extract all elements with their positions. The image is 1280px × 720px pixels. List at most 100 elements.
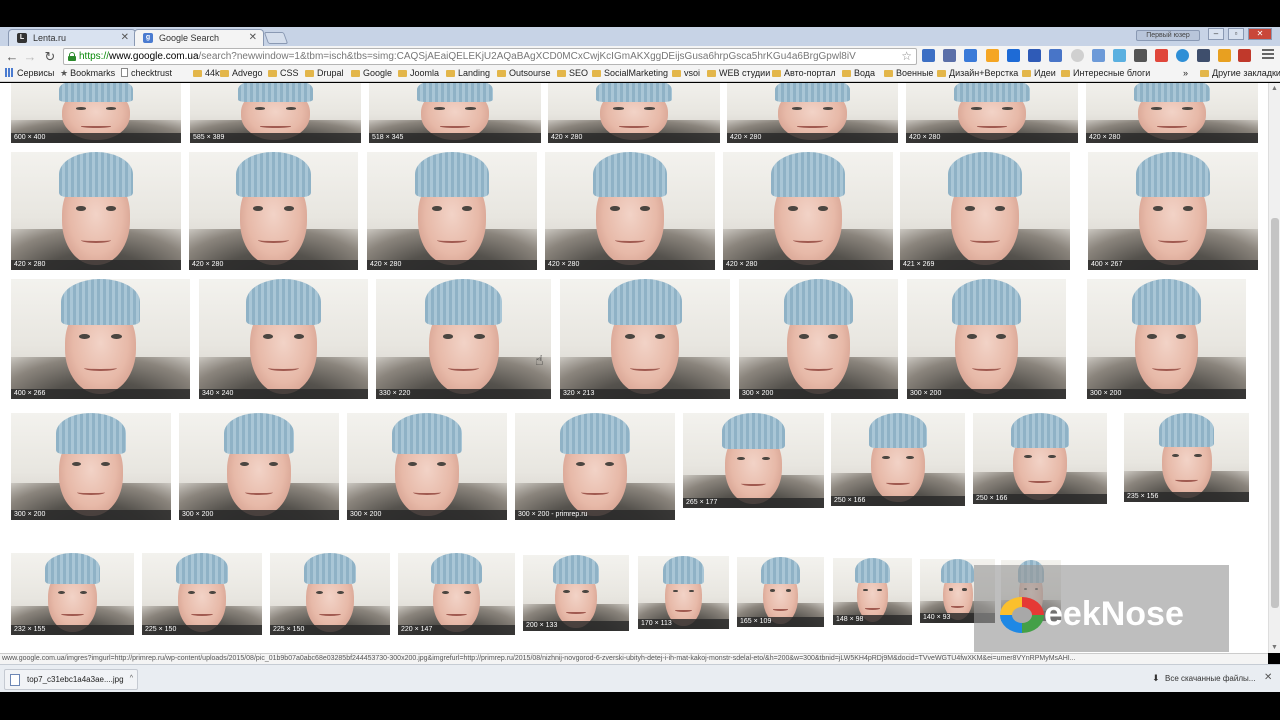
image-result-thumbnail[interactable]: 420 × 280 [548, 83, 720, 143]
address-bar[interactable]: https://www.google.com.ua/search?newwind… [63, 48, 917, 65]
bookmark-item[interactable]: ★ Bookmarks [60, 68, 115, 79]
image-result-thumbnail[interactable]: 420 × 280 [367, 152, 537, 270]
close-window-button[interactable]: ✕ [1248, 28, 1272, 40]
image-result-thumbnail[interactable]: 232 × 155 [11, 553, 134, 635]
extension-icon[interactable] [1007, 49, 1020, 62]
extension-icon[interactable] [1218, 49, 1231, 62]
close-shelf-icon[interactable]: ✕ [1264, 672, 1272, 683]
image-result-thumbnail[interactable]: 420 × 280 [727, 83, 898, 143]
image-result-thumbnail[interactable]: 330 × 220 [376, 279, 551, 399]
image-result-thumbnail[interactable]: 400 × 266 [11, 279, 190, 399]
image-result-thumbnail[interactable]: 225 × 150 [270, 553, 390, 635]
url-text[interactable]: https://www.google.com.ua/search?newwind… [79, 51, 889, 62]
vertical-scrollbar[interactable]: ▲ ▼ [1268, 83, 1280, 653]
image-result-thumbnail[interactable]: 320 × 213 [560, 279, 730, 399]
image-result-thumbnail[interactable]: 518 × 345 [369, 83, 541, 143]
bookmark-item[interactable]: Outsourse [497, 68, 551, 78]
extension-icon[interactable] [986, 49, 999, 62]
image-result-thumbnail[interactable]: 421 × 269 [900, 152, 1070, 270]
extension-icon[interactable] [1092, 49, 1105, 62]
all-downloads-link[interactable]: Все скачанные файлы... [1165, 674, 1255, 683]
image-result-thumbnail[interactable]: 585 × 389 [190, 83, 361, 143]
image-result-thumbnail[interactable]: 300 × 200 [179, 413, 339, 520]
minimize-button[interactable]: – [1208, 28, 1224, 40]
image-result-thumbnail[interactable]: 420 × 280 [723, 152, 893, 270]
other-bookmarks[interactable]: Другие закладки [1200, 68, 1280, 78]
bookmark-item[interactable]: Авто-портал [772, 68, 836, 78]
bookmark-star-icon[interactable]: ☆ [901, 49, 912, 63]
tab-lenta[interactable]: L Lenta.ru ✕ [8, 29, 136, 46]
extension-icon[interactable] [1134, 49, 1147, 62]
menu-icon[interactable] [1262, 49, 1274, 61]
image-result-thumbnail[interactable]: 300 × 200 [347, 413, 507, 520]
close-tab-icon[interactable]: ✕ [249, 32, 257, 43]
image-result-thumbnail[interactable]: 170 × 113 [638, 556, 729, 629]
image-result-thumbnail[interactable]: 420 × 280 [1086, 83, 1258, 143]
bookmark-item[interactable]: Joomla [398, 68, 439, 78]
image-result-thumbnail[interactable]: 420 × 280 [11, 152, 181, 270]
image-result-thumbnail[interactable]: 265 × 177 [683, 413, 824, 508]
bookmark-item[interactable]: vsoi [672, 68, 700, 78]
image-result-thumbnail[interactable]: 600 × 400 [11, 83, 181, 143]
scrollbar-thumb[interactable] [1271, 218, 1279, 608]
bookmark-item[interactable]: SocialMarketing [592, 68, 668, 78]
bookmarks-overflow[interactable]: » [1183, 68, 1188, 78]
bookmark-item[interactable]: WEB студии [707, 68, 770, 78]
lock-icon [68, 52, 76, 61]
extension-icon[interactable] [1155, 49, 1168, 62]
extension-icon[interactable] [1176, 49, 1189, 62]
extension-icon[interactable] [1113, 49, 1126, 62]
image-result-thumbnail[interactable]: 420 × 280 [189, 152, 358, 270]
image-result-thumbnail[interactable]: 420 × 280 [906, 83, 1078, 143]
close-tab-icon[interactable]: ✕ [121, 32, 129, 43]
image-result-thumbnail[interactable]: 400 × 267 [1088, 152, 1258, 270]
bookmark-item[interactable]: Интересные блоги [1061, 68, 1150, 78]
bookmark-item[interactable]: Drupal [305, 68, 344, 78]
bookmark-item[interactable]: Дизайн+Верстка [937, 68, 1018, 78]
forward-arrow-icon[interactable]: → [22, 49, 38, 65]
image-result-thumbnail[interactable]: 235 × 156 [1124, 413, 1249, 502]
image-result-thumbnail[interactable]: 165 × 109 [737, 557, 824, 627]
bookmark-item[interactable]: Идеи [1022, 68, 1056, 78]
bookmark-item[interactable]: Google [351, 68, 392, 78]
image-result-thumbnail[interactable]: 200 × 133 [523, 555, 629, 631]
image-result-thumbnail[interactable]: 250 × 166 [973, 413, 1107, 504]
bookmark-item[interactable]: Военные [884, 68, 933, 78]
image-result-thumbnail[interactable]: 340 × 240 [199, 279, 368, 399]
extension-icon[interactable] [1071, 49, 1084, 62]
image-result-thumbnail[interactable]: 300 × 200 [907, 279, 1066, 399]
image-result-thumbnail[interactable]: 300 × 200 [11, 413, 171, 520]
profile-button[interactable]: Первый юзер [1136, 30, 1200, 41]
extension-icon[interactable] [1028, 49, 1041, 62]
image-result-thumbnail[interactable]: 420 × 280 [545, 152, 715, 270]
bookmark-item[interactable]: Вода [842, 68, 875, 78]
download-item[interactable]: top7_c31ebc1a4a3ae....jpg ^ [4, 669, 138, 690]
image-result-thumbnail[interactable]: 300 × 200 [739, 279, 898, 399]
extension-icon[interactable] [1197, 49, 1210, 62]
scroll-down-icon[interactable]: ▼ [1271, 644, 1278, 651]
extension-icon[interactable] [922, 49, 935, 62]
image-result-thumbnail[interactable]: 300 × 200 [1087, 279, 1246, 399]
tab-google-search[interactable]: g Google Search ✕ [134, 29, 264, 46]
maximize-button[interactable]: ▫ [1228, 28, 1244, 40]
extension-icon[interactable] [1049, 49, 1062, 62]
bookmark-item[interactable]: checktrust [121, 68, 172, 78]
extension-icon[interactable] [1238, 49, 1251, 62]
reload-icon[interactable]: ↻ [42, 49, 58, 65]
image-result-thumbnail[interactable]: 225 × 150 [142, 553, 262, 635]
extension-icon[interactable] [943, 49, 956, 62]
image-result-thumbnail[interactable]: 300 × 200 - primrep.ru [515, 413, 675, 520]
bookmark-item[interactable]: Landing [446, 68, 490, 78]
image-result-thumbnail[interactable]: 250 × 166 [831, 413, 965, 506]
new-tab-button[interactable] [263, 32, 289, 44]
extension-icon[interactable] [964, 49, 977, 62]
image-result-thumbnail[interactable]: 148 × 98 [833, 558, 912, 625]
chevron-up-icon[interactable]: ^ [130, 675, 133, 682]
bookmark-item[interactable]: SEO [557, 68, 588, 78]
back-arrow-icon[interactable]: ← [4, 49, 20, 65]
apps-bookmark[interactable]: Сервисы [5, 68, 54, 78]
image-result-thumbnail[interactable]: 220 × 147 [398, 553, 515, 635]
bookmark-item[interactable]: CSS [268, 68, 299, 78]
scroll-up-icon[interactable]: ▲ [1271, 85, 1278, 92]
bookmark-item[interactable]: Advego [220, 68, 263, 78]
